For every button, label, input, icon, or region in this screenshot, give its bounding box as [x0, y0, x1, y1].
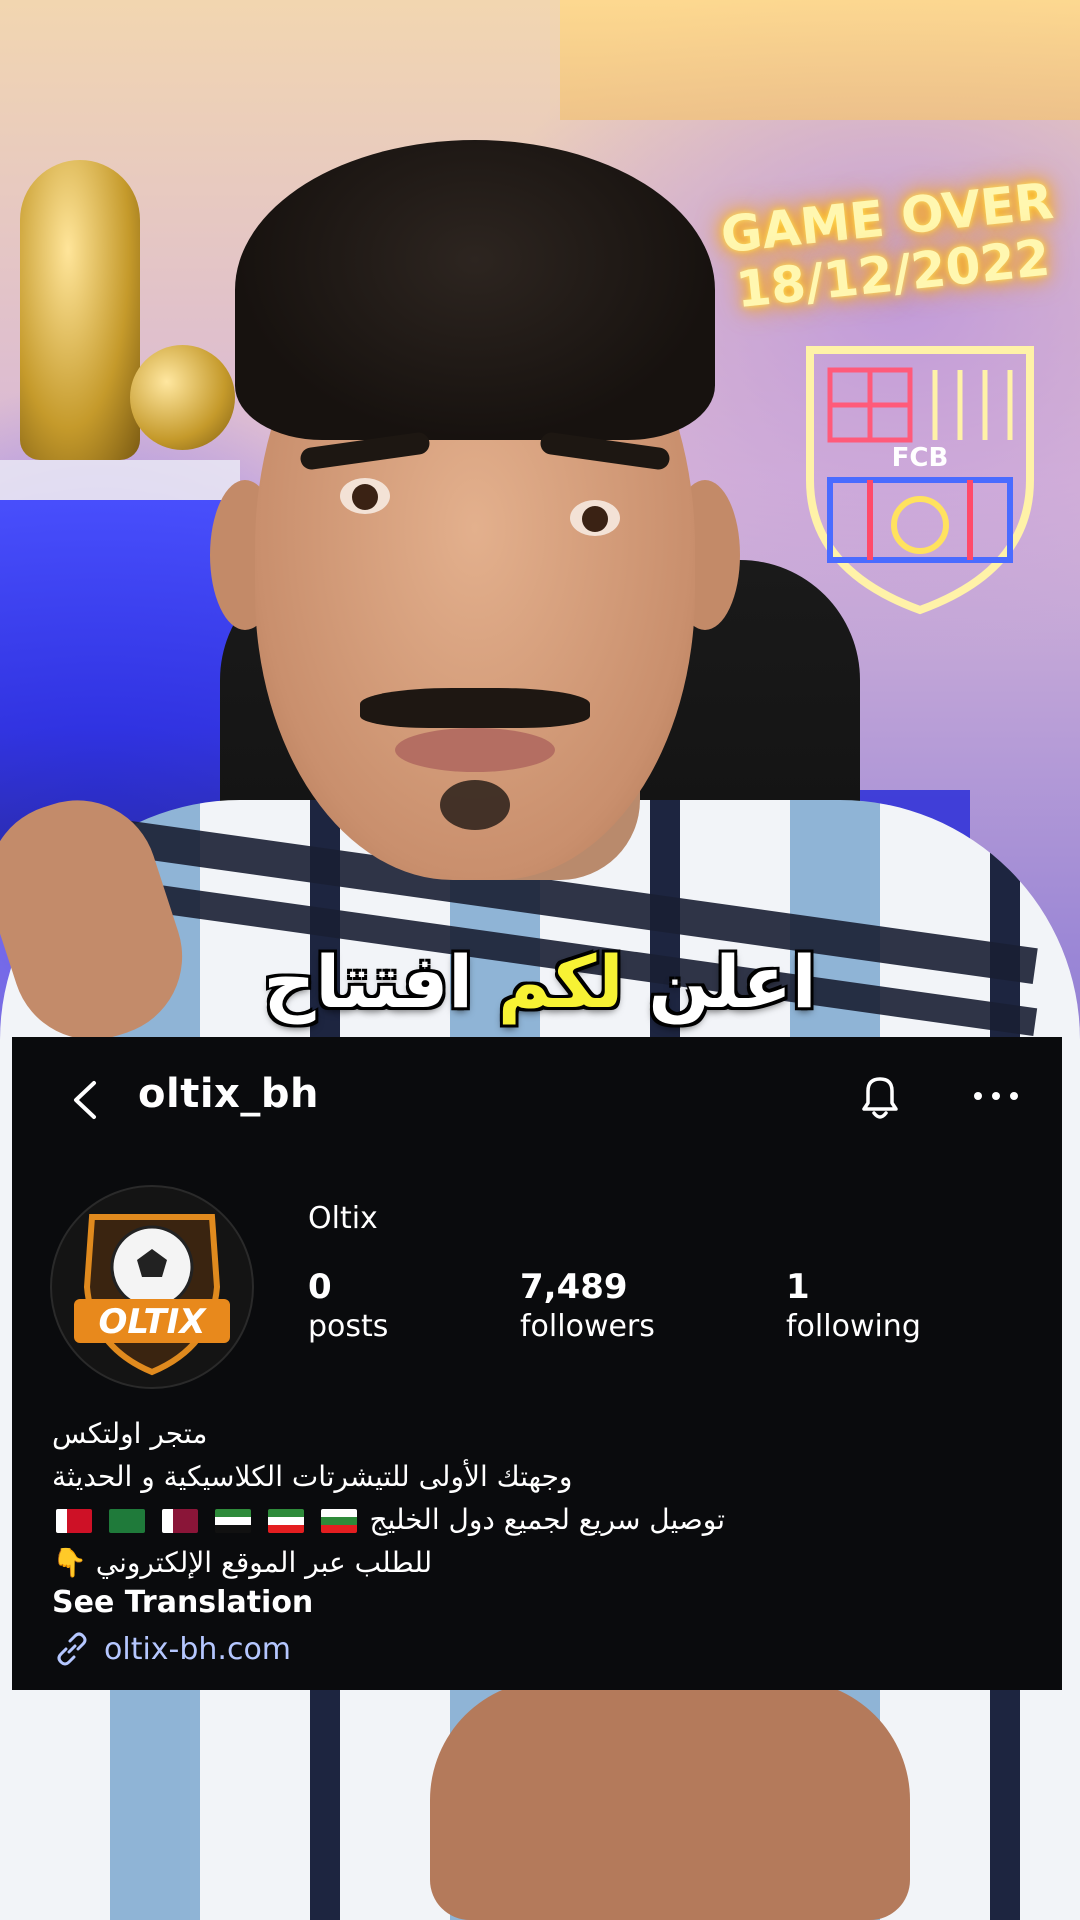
goatee	[440, 780, 510, 830]
caption-word: اعلن	[648, 940, 817, 1024]
back-arrow-icon[interactable]	[62, 1075, 112, 1125]
caption-highlight-word: لكم	[498, 940, 624, 1024]
oltix-logo: OLTIX	[74, 1214, 230, 1376]
club-crest-neon: FCB	[806, 346, 1034, 615]
stat-posts[interactable]: 0 posts	[308, 1267, 388, 1344]
caption-word: افتتاح	[263, 940, 473, 1024]
stat-value: 1	[786, 1267, 810, 1307]
ceiling-light	[560, 0, 1080, 120]
bio-line-text: توصيل سريع لجميع دول الخليج	[369, 1503, 725, 1536]
profile-bio: متجر اولتكس وجهتك الأولى للتيشرتات الكلا…	[52, 1412, 1012, 1584]
bahrain-flag-icon	[56, 1509, 92, 1533]
profile-header: oltix_bh	[12, 1037, 1062, 1157]
right-hand	[430, 1680, 910, 1920]
lips	[395, 728, 555, 772]
instagram-profile-card: oltix_bh OLTIX Oltix 0 posts 7,489 follo…	[12, 1037, 1062, 1690]
eye	[340, 478, 390, 514]
bio-line-shipping: توصيل سريع لجميع دول الخليج	[52, 1498, 1012, 1541]
profile-avatar[interactable]: OLTIX	[50, 1185, 254, 1389]
bio-line-text: للطلب عبر الموقع الإلكتروني	[95, 1546, 433, 1579]
stat-label: posts	[308, 1309, 389, 1344]
crest-text: FCB	[892, 443, 949, 473]
stat-label: followers	[520, 1309, 655, 1344]
stat-followers[interactable]: 7,489 followers	[520, 1267, 655, 1344]
stat-value: 7,489	[520, 1267, 628, 1307]
kuwait-flag-icon	[267, 1509, 304, 1533]
uae-flag-icon	[214, 1509, 251, 1533]
world-cup-trophy	[20, 160, 140, 460]
link-icon	[57, 1632, 87, 1666]
mustache	[360, 688, 590, 728]
bio-line: متجر اولتكس	[52, 1417, 208, 1450]
qatar-flag-icon	[161, 1509, 198, 1533]
pointing-down-icon: 👇	[52, 1546, 87, 1579]
stat-following[interactable]: 1 following	[786, 1267, 921, 1344]
eye	[570, 500, 620, 536]
stat-label: following	[786, 1309, 921, 1344]
saudi-flag-icon	[108, 1509, 145, 1533]
bio-line: وجهتك الأولى للتيشرتات الكلاسيكية و الحد…	[52, 1460, 573, 1493]
website-text[interactable]: oltix-bh.com	[104, 1632, 291, 1667]
notification-bell-icon[interactable]	[850, 1067, 910, 1127]
bio-line: للطلب عبر الموقع الإلكتروني 👇	[52, 1541, 1012, 1584]
stat-value: 0	[308, 1267, 332, 1307]
more-options-icon[interactable]	[966, 1081, 1026, 1111]
video-caption: اعلن لكم افتتاح	[0, 940, 1080, 1024]
golden-ball-trophy	[130, 345, 235, 450]
profile-website-link[interactable]: oltix-bh.com	[52, 1629, 291, 1669]
profile-display-name: Oltix	[308, 1201, 378, 1236]
avatar-logo-text: OLTIX	[99, 1302, 208, 1342]
profile-username: oltix_bh	[138, 1071, 319, 1117]
oman-flag-icon	[320, 1509, 357, 1533]
hair	[235, 140, 715, 440]
see-translation-link[interactable]: See Translation	[52, 1585, 313, 1620]
neon-sign-text: GAME OVER 18/12/2022	[715, 172, 1065, 320]
shelf	[0, 460, 240, 500]
